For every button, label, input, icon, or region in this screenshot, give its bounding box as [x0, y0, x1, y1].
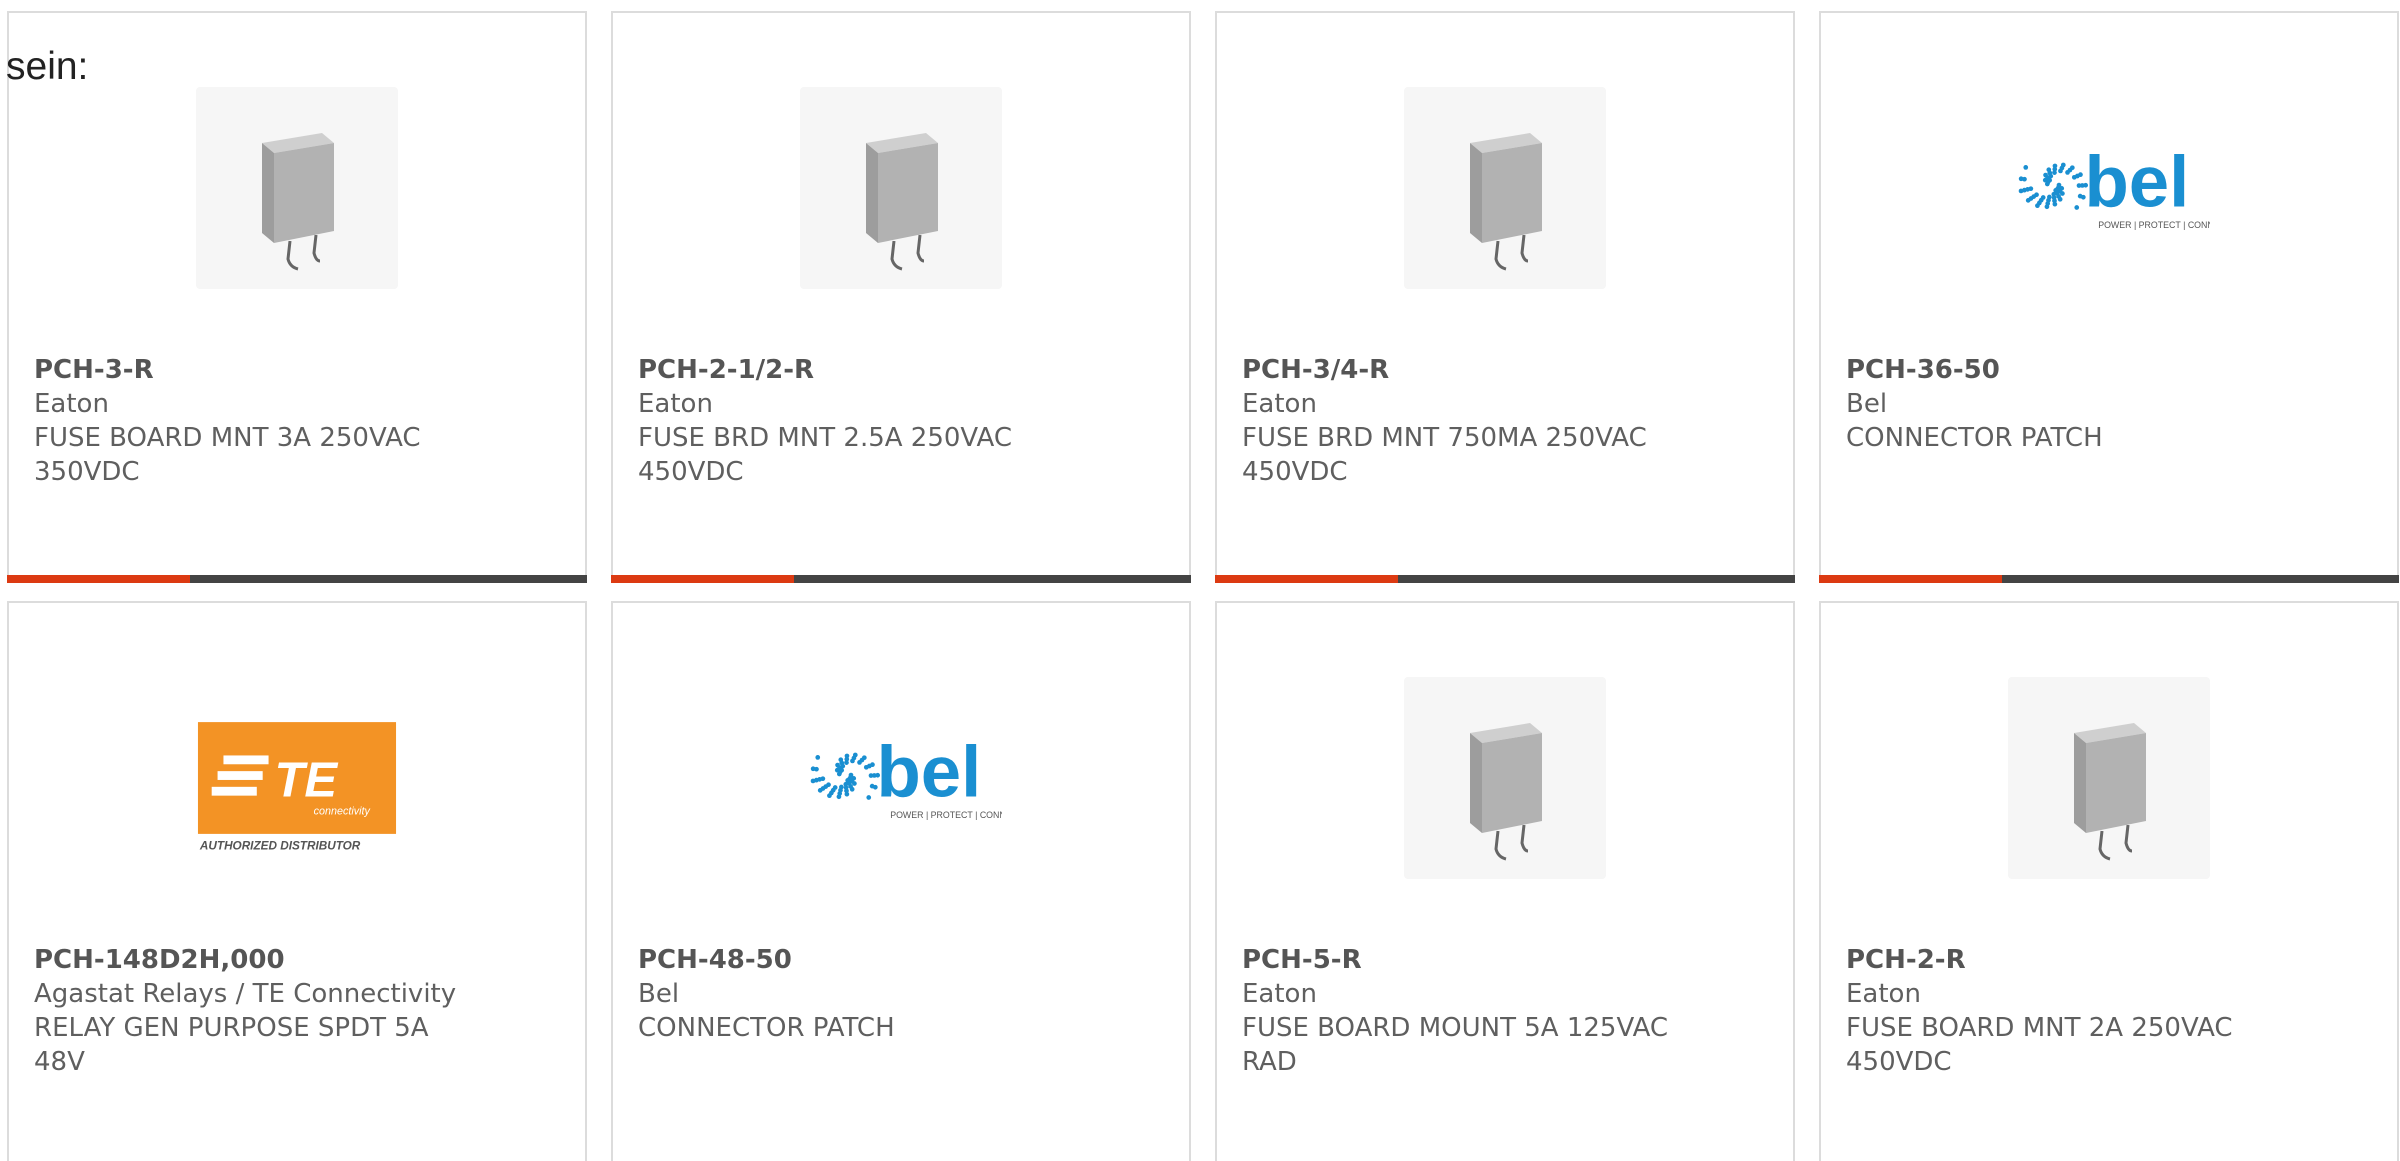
manufacturer-name: Bel — [1846, 389, 1888, 419]
part-number[interactable]: PCH-36-50 — [1846, 353, 2377, 387]
part-number[interactable]: PCH-3-R — [34, 353, 565, 387]
card-footer-bar — [1215, 575, 1795, 583]
product-card[interactable]: belPOWER | PROTECT | CONNECT PCH-36-50Bel… — [1819, 11, 2399, 583]
svg-text:connectivity: connectivity — [314, 805, 371, 817]
product-card[interactable]: PCH-3/4-R Eaton FUSE BRD MNT 750MA 250VAC 4… — [1215, 11, 1795, 583]
svg-text:TE: TE — [274, 754, 338, 808]
product-description: FUSE BOARD MOUNT 5A 125VAC — [1242, 1013, 1669, 1043]
fuse-component-icon[interactable] — [1404, 87, 1606, 289]
intro-text: sein: — [6, 45, 89, 88]
part-number[interactable]: PCH-5-R — [1242, 943, 1773, 977]
product-description-continued: 350VDC — [34, 457, 140, 487]
te-connectivity-logo[interactable]: TE connectivity AUTHORIZED DISTRIBUTOR — [196, 677, 398, 879]
product-card[interactable]: belPOWER | PROTECT | CONNECT PCH-48-50Bel… — [611, 601, 1191, 1161]
part-number[interactable]: PCH-148D2H,000 — [34, 943, 565, 977]
part-number[interactable]: PCH-3/4-R — [1242, 353, 1773, 387]
product-card[interactable]: PCH-3-R Eaton FUSE BOARD MNT 3A 250VAC 350V… — [7, 11, 587, 583]
product-description: FUSE BOARD MNT 3A 250VAC — [34, 423, 421, 453]
product-description: FUSE BRD MNT 750MA 250VAC — [1242, 423, 1647, 453]
fuse-component-icon[interactable] — [1404, 677, 1606, 879]
manufacturer-name: Eaton — [1242, 979, 1317, 1009]
card-footer-accent — [611, 575, 794, 583]
manufacturer-name: Bel — [638, 979, 680, 1009]
product-info: PCH-2-1/2-R Eaton FUSE BRD MNT 2.5A 250VAC… — [638, 353, 1169, 489]
card-footer-bar — [611, 575, 1191, 583]
card-footer-bar — [1819, 575, 2399, 583]
fuse-component-icon[interactable] — [2008, 677, 2210, 879]
card-footer-accent — [7, 575, 190, 583]
part-number[interactable]: PCH-2-1/2-R — [638, 353, 1169, 387]
card-footer-accent — [1819, 575, 2002, 583]
product-info: PCH-2-R Eaton FUSE BOARD MNT 2A 250VAC 450V… — [1846, 943, 2377, 1079]
card-footer-accent — [1215, 575, 1398, 583]
svg-text:bel: bel — [2084, 142, 2189, 223]
manufacturer-name: Agastat Relays / TE Connectivity — [34, 979, 457, 1009]
fuse-component-icon[interactable] — [800, 87, 1002, 289]
svg-text:bel: bel — [876, 732, 981, 813]
product-card[interactable]: PCH-2-1/2-R Eaton FUSE BRD MNT 2.5A 250VAC… — [611, 11, 1191, 583]
manufacturer-name: Eaton — [1242, 389, 1317, 419]
product-description-continued: 450VDC — [1242, 457, 1348, 487]
product-info: PCH-5-R Eaton FUSE BOARD MOUNT 5A 125VAC RA… — [1242, 943, 1773, 1079]
manufacturer-name: Eaton — [34, 389, 109, 419]
product-card[interactable]: PCH-2-R Eaton FUSE BOARD MNT 2A 250VAC 450V… — [1819, 601, 2399, 1161]
product-info: PCH-36-50 Bel CONNECTOR PATCH — [1846, 353, 2377, 455]
product-grid-page: sein: PCH-3-R Eaton FUSE BOARD MNT 3A 250V… — [0, 0, 2400, 1161]
product-description: RELAY GEN PURPOSE SPDT 5A — [34, 1013, 429, 1043]
product-info: PCH-148D2H,000 Agastat Relays / TE Connec… — [34, 943, 565, 1079]
product-description: FUSE BRD MNT 2.5A 250VAC — [638, 423, 1013, 453]
product-card[interactable]: TE connectivity AUTHORIZED DISTRIBUTOR PCH-… — [7, 601, 587, 1161]
bel-logo[interactable]: belPOWER | PROTECT | CONNECT — [800, 677, 1002, 879]
product-card[interactable]: PCH-5-R Eaton FUSE BOARD MOUNT 5A 125VAC RA… — [1215, 601, 1795, 1161]
product-description-continued: 450VDC — [638, 457, 744, 487]
part-number[interactable]: PCH-2-R — [1846, 943, 2377, 977]
manufacturer-name: Eaton — [638, 389, 713, 419]
product-description: FUSE BOARD MNT 2A 250VAC — [1846, 1013, 2233, 1043]
product-description: CONNECTOR PATCH — [1846, 423, 2103, 453]
svg-text:POWER | PROTECT | CONNECT: POWER | PROTECT | CONNECT — [890, 810, 1002, 820]
product-description-continued: 48V — [34, 1047, 85, 1077]
product-description-continued: 450VDC — [1846, 1047, 1952, 1077]
product-info: PCH-3-R Eaton FUSE BOARD MNT 3A 250VAC 350V… — [34, 353, 565, 489]
manufacturer-name: Eaton — [1846, 979, 1921, 1009]
bel-logo[interactable]: belPOWER | PROTECT | CONNECT — [2008, 87, 2210, 289]
product-info: PCH-48-50 Bel CONNECTOR PATCH — [638, 943, 1169, 1045]
svg-text:AUTHORIZED DISTRIBUTOR: AUTHORIZED DISTRIBUTOR — [199, 840, 361, 853]
product-description: CONNECTOR PATCH — [638, 1013, 895, 1043]
fuse-component-icon[interactable] — [196, 87, 398, 289]
part-number[interactable]: PCH-48-50 — [638, 943, 1169, 977]
svg-text:POWER | PROTECT | CONNECT: POWER | PROTECT | CONNECT — [2098, 220, 2210, 230]
card-footer-bar — [7, 575, 587, 583]
product-description-continued: RAD — [1242, 1047, 1297, 1077]
product-info: PCH-3/4-R Eaton FUSE BRD MNT 750MA 250VAC 4… — [1242, 353, 1773, 489]
